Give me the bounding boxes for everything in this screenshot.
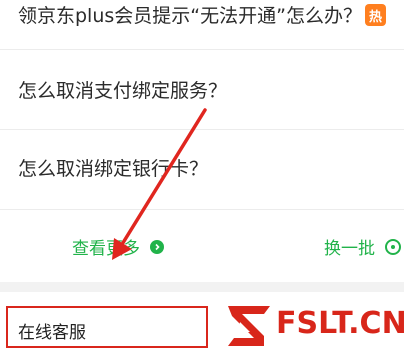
hot-badge: 热 <box>365 4 386 26</box>
logo-mark-icon <box>228 306 270 346</box>
faq-item-2[interactable]: 怎么取消支付绑定服务？ <box>0 50 404 130</box>
section-divider <box>0 282 404 292</box>
faq-item-1[interactable]: 领京东plus会员提示“无法开通”怎么办？ 热 <box>0 0 404 50</box>
refresh-icon <box>385 238 401 255</box>
logo-text: FSLT.CN <box>276 306 404 341</box>
footer-actions: 查看更多 换一批 <box>0 210 404 282</box>
faq-item-3-label: 怎么取消绑定银行卡？ <box>18 158 209 180</box>
swap-batch-label: 换一批 <box>324 239 375 259</box>
watermark-logo: FSLT.CN <box>224 300 404 350</box>
online-customer-service-button[interactable]: 在线客服 <box>6 306 208 348</box>
chevron-right-icon <box>150 239 164 254</box>
faq-item-1-label: 领京东plus会员提示“无法开通”怎么办？ <box>18 5 362 27</box>
online-customer-service-label: 在线客服 <box>18 323 86 343</box>
swap-batch-button[interactable]: 换一批 <box>324 234 401 259</box>
faq-item-2-label: 怎么取消支付绑定服务？ <box>18 80 228 102</box>
view-more-button[interactable]: 查看更多 <box>72 234 164 259</box>
faq-item-3[interactable]: 怎么取消绑定银行卡？ <box>0 130 404 210</box>
view-more-label: 查看更多 <box>72 239 140 259</box>
